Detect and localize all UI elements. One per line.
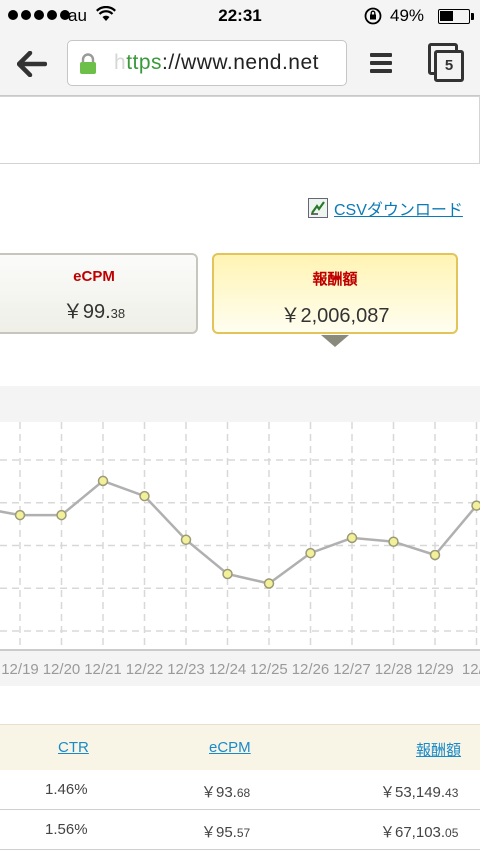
reward-card[interactable]: 報酬額 ￥2,006,087 xyxy=(212,253,458,334)
reward-cell: ￥53,149.43 xyxy=(380,784,459,801)
back-arrow-icon xyxy=(17,51,47,77)
data-point xyxy=(346,532,358,544)
x-tick-label: 12/29 xyxy=(416,661,454,678)
data-point xyxy=(56,509,67,521)
data-point xyxy=(139,490,150,502)
back-button[interactable] xyxy=(14,46,50,82)
ecpm-card-label: eCPM xyxy=(73,268,115,285)
selected-card-pointer xyxy=(321,335,349,347)
x-tick-label: 12/28 xyxy=(375,661,413,678)
status-bar: au 22:31 49% xyxy=(0,0,480,32)
x-tick-label: 12/3 xyxy=(462,661,480,678)
ctr-cell: 1.46% xyxy=(45,781,88,798)
battery-percentage: 49% xyxy=(390,6,425,25)
x-tick-label: 12/26 xyxy=(292,661,330,678)
tab-count: 5 xyxy=(434,50,464,82)
data-point xyxy=(222,568,233,580)
data-point xyxy=(388,536,399,547)
x-tick-label: 12/22 xyxy=(126,661,164,678)
x-tick-label: 12/21 xyxy=(84,661,122,678)
x-tick-label: 12/24 xyxy=(209,661,247,678)
reward-column-header[interactable]: 報酬額 xyxy=(416,739,461,760)
table-row: 1.56% ￥95.57 ￥67,103.05 xyxy=(0,810,480,850)
table-header: CTR eCPM 報酬額 xyxy=(0,724,480,770)
url-text: https://www.nend.net xyxy=(114,51,319,74)
ecpm-card[interactable]: eCPM ￥99.38 xyxy=(0,253,198,334)
reward-cell: ￥67,103.05 xyxy=(380,824,459,841)
csv-download-label: CSVダウンロード xyxy=(334,202,463,219)
x-tick-label: 12/20 xyxy=(43,661,81,678)
reward-line-chart: 12/19 12/20 12/21 12/22 12/23 12/24 12/25 12/26… xyxy=(0,386,480,686)
reward-card-value: ￥2,006,087 xyxy=(280,305,390,327)
menu-button[interactable] xyxy=(366,50,396,76)
ecpm-column-header[interactable]: eCPM xyxy=(209,739,251,756)
browser-toolbar: https://www.nend.net 5 xyxy=(0,32,480,96)
secure-lock-icon xyxy=(78,53,98,80)
data-point xyxy=(429,549,441,561)
data-point xyxy=(263,578,275,589)
table-row: 1.46% ￥93.68 ￥53,149.43 xyxy=(0,770,480,810)
ctr-cell: 1.56% xyxy=(45,821,88,838)
filter-panel xyxy=(0,96,480,164)
reward-card-label: 報酬額 xyxy=(312,271,358,288)
ecpm-card-value: ￥99.38 xyxy=(62,301,126,323)
data-point xyxy=(305,547,316,559)
data-point xyxy=(97,475,109,487)
x-tick-label: 12/23 xyxy=(167,661,205,678)
address-bar[interactable]: https://www.nend.net xyxy=(67,40,347,86)
ecpm-cell: ￥93.68 xyxy=(201,784,251,801)
data-point xyxy=(471,500,480,511)
x-tick-label: 12/25 xyxy=(250,661,288,678)
spreadsheet-icon xyxy=(308,198,328,218)
x-tick-label: 12/19 xyxy=(1,661,39,678)
chart-canvas: 12/19 12/20 12/21 12/22 12/23 12/24 12/25 12/26… xyxy=(0,422,480,678)
ctr-column-header[interactable]: CTR xyxy=(58,739,89,756)
data-point xyxy=(180,534,192,546)
ecpm-cell: ￥95.57 xyxy=(201,824,251,841)
csv-download-link[interactable]: CSVダウンロード xyxy=(308,196,463,220)
tabs-button[interactable]: 5 xyxy=(428,43,464,83)
x-tick-label: 12/27 xyxy=(333,661,371,678)
rotation-lock-icon xyxy=(363,6,383,31)
data-point xyxy=(14,509,26,521)
plot-area xyxy=(0,422,480,650)
battery-icon xyxy=(438,9,470,24)
